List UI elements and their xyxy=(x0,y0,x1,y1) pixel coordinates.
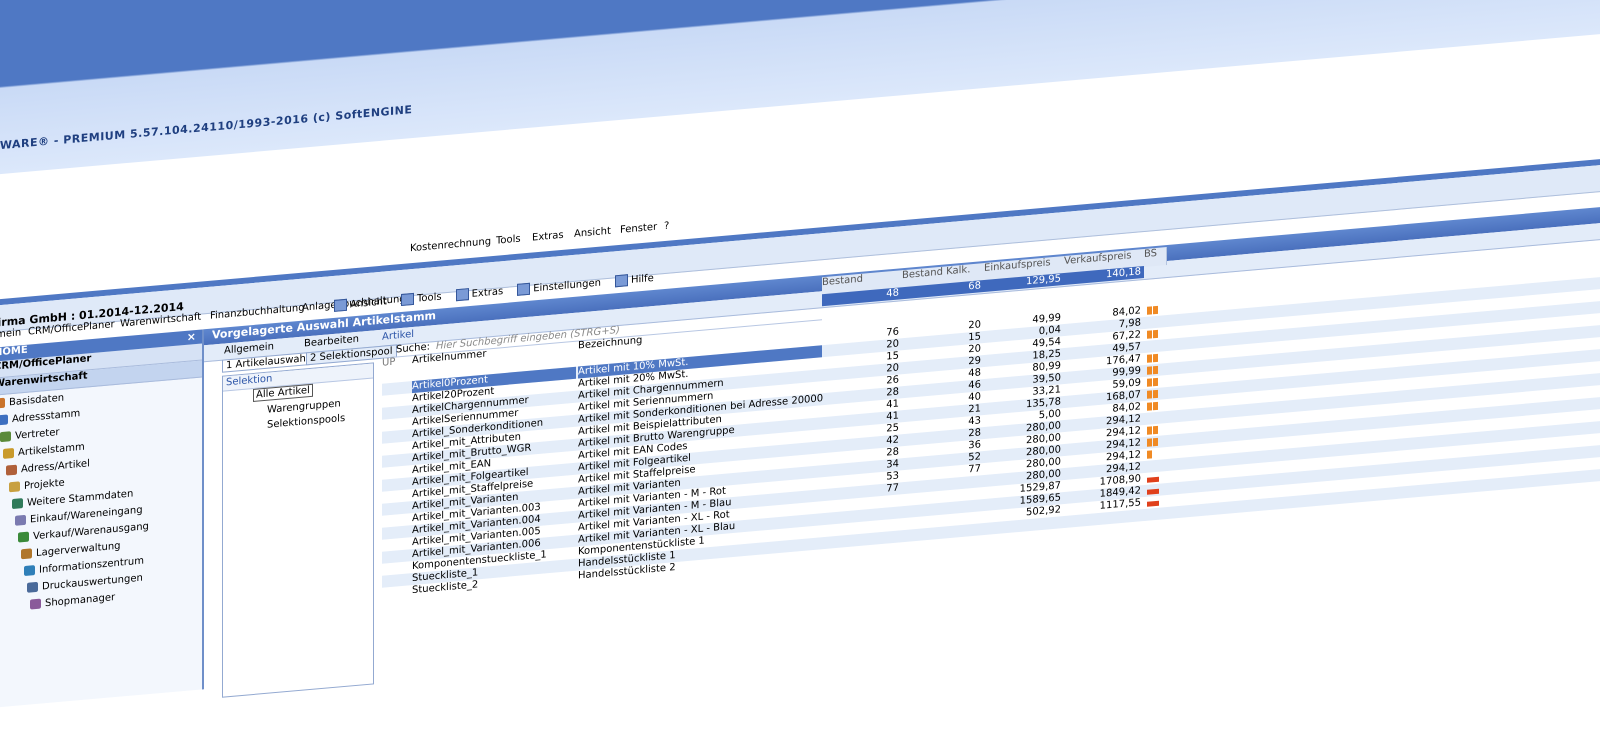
sidebar: HOME × CRM/OfficePlaner Warenwirtschaft … xyxy=(0,329,204,708)
group-label: Artikel xyxy=(382,328,415,343)
menu-item[interactable]: Tools xyxy=(496,234,521,247)
toolbar-icon xyxy=(614,274,628,288)
module-tab[interactable]: emein xyxy=(0,327,21,341)
module-icon xyxy=(27,581,38,593)
sidebar-item-label: Shopmanager xyxy=(45,592,116,610)
menu-item[interactable]: ? xyxy=(664,221,669,232)
toolbar-button[interactable]: Tools xyxy=(400,290,442,307)
up-label: UP xyxy=(382,356,396,369)
stock-status-icon xyxy=(1147,450,1153,459)
module-icon xyxy=(21,548,32,560)
selection-tree-panel: Selektion Alle Artikel Warengruppen Sele… xyxy=(222,362,374,698)
sidebar-item-label: Vertreter xyxy=(15,426,60,442)
stock-status-icon xyxy=(1147,486,1160,495)
module-icon xyxy=(0,431,11,443)
toolbar-icon xyxy=(455,288,469,302)
stock-status-icon xyxy=(1147,498,1160,507)
module-icon xyxy=(3,447,14,459)
stock-status-icon xyxy=(1147,329,1159,339)
allgemein-button[interactable]: Allgemein xyxy=(224,341,274,356)
stock-status-icon xyxy=(1147,474,1160,483)
bearbeiten-button[interactable]: Bearbeiten xyxy=(304,334,359,350)
close-icon[interactable]: × xyxy=(187,330,196,344)
module-icon xyxy=(24,565,35,577)
stock-status-icon xyxy=(1147,377,1159,387)
stock-status-icon xyxy=(1147,365,1159,375)
toolbar-button[interactable]: Hilfe xyxy=(614,272,654,288)
column-header[interactable]: BS xyxy=(1144,247,1167,268)
module-icon xyxy=(0,414,8,426)
module-icon xyxy=(0,397,5,409)
menu-item[interactable]: Ansicht xyxy=(574,226,611,240)
stock-status-icon xyxy=(1147,425,1159,435)
module-icon xyxy=(6,464,17,476)
title-bar: OWARE® - PREMIUM 5.57.104.24110/1993-201… xyxy=(0,0,1600,175)
application-window: OWARE® - PREMIUM 5.57.104.24110/1993-201… xyxy=(0,0,1600,708)
selektion-label: Selektion xyxy=(226,373,273,389)
toolbar-label: Tools xyxy=(416,291,442,305)
menu-item[interactable]: Kostenrechnung xyxy=(410,236,491,254)
toolbar-label: Hilfe xyxy=(630,272,654,286)
module-icon xyxy=(15,514,26,526)
toolbar-label: Extras xyxy=(471,286,504,300)
stock-status-icon xyxy=(1147,353,1159,363)
toolbar-icon xyxy=(517,282,531,296)
stock-status-icon xyxy=(1147,305,1159,315)
menu-item[interactable]: Extras xyxy=(532,230,564,244)
module-icon xyxy=(9,481,20,493)
stock-status-icon xyxy=(1147,389,1159,399)
sidebar-item-label: Projekte xyxy=(24,477,65,493)
stock-status-icon xyxy=(1147,401,1159,411)
menu-item[interactable]: Fenster xyxy=(620,222,657,236)
window-title: OWARE® - PREMIUM 5.57.104.24110/1993-201… xyxy=(0,103,413,153)
module-icon xyxy=(30,598,41,610)
module-icon xyxy=(12,498,23,510)
sidebar-items: Basisdaten Adressstamm Vertreter Artikelsta… xyxy=(0,377,202,617)
stock-status-icon xyxy=(1147,437,1159,447)
module-icon xyxy=(18,531,29,543)
toolbar-icon xyxy=(400,292,414,307)
toolbar-label: Ansicht xyxy=(350,296,387,311)
sidebar-item-label: Basisdaten xyxy=(9,392,65,409)
toolbar-icon xyxy=(334,298,347,312)
sidebar-header-label: HOME xyxy=(0,344,28,359)
